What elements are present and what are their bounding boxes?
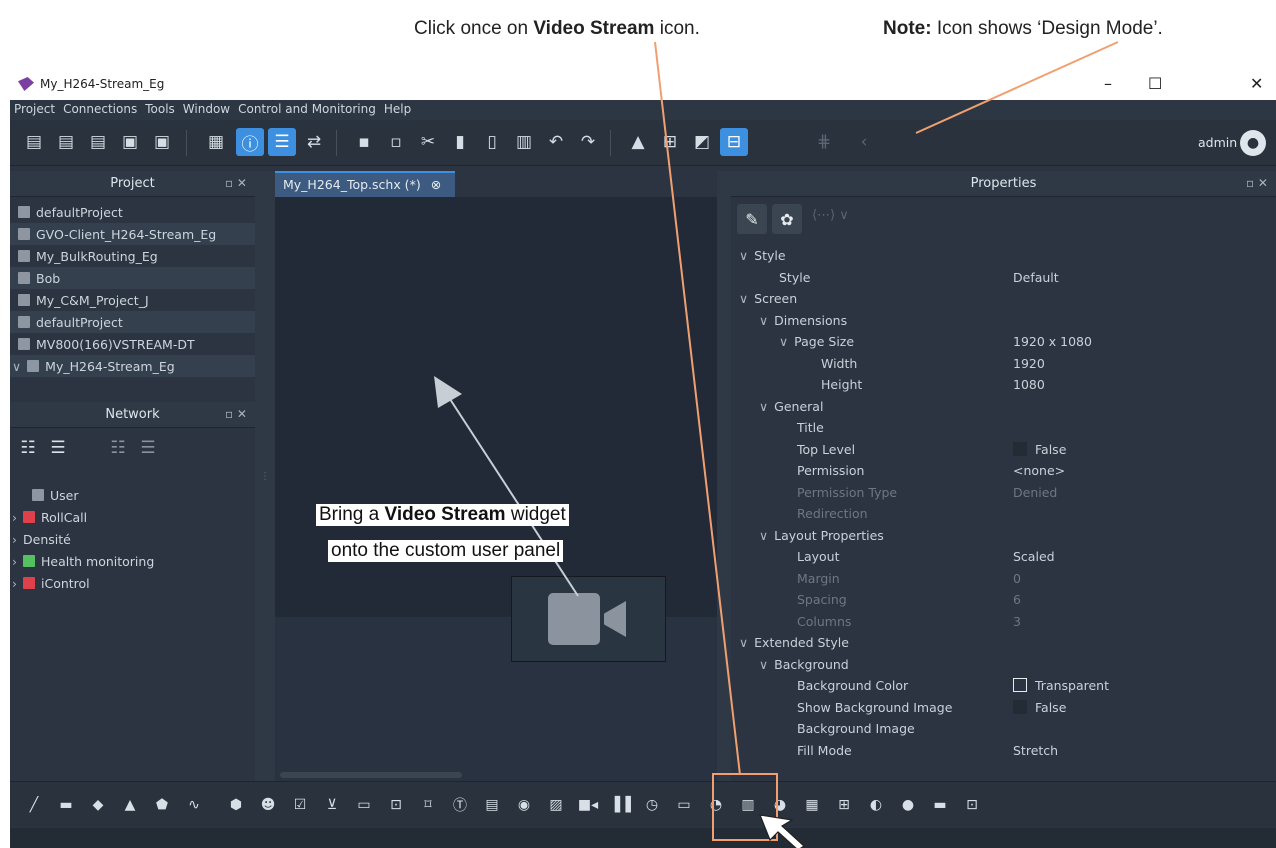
callout-line-1: Bring a Video Stream widget [316, 504, 569, 526]
callout-line-2: onto the custom user panel [328, 540, 564, 562]
drag-arrow-line [447, 395, 579, 597]
leader-line-design-mode [915, 41, 1119, 134]
annotation-arrows [434, 41, 1119, 848]
leader-line-video-stream [654, 41, 741, 776]
cursor-arrow-icon [759, 814, 805, 848]
drag-arrowhead [434, 376, 462, 408]
